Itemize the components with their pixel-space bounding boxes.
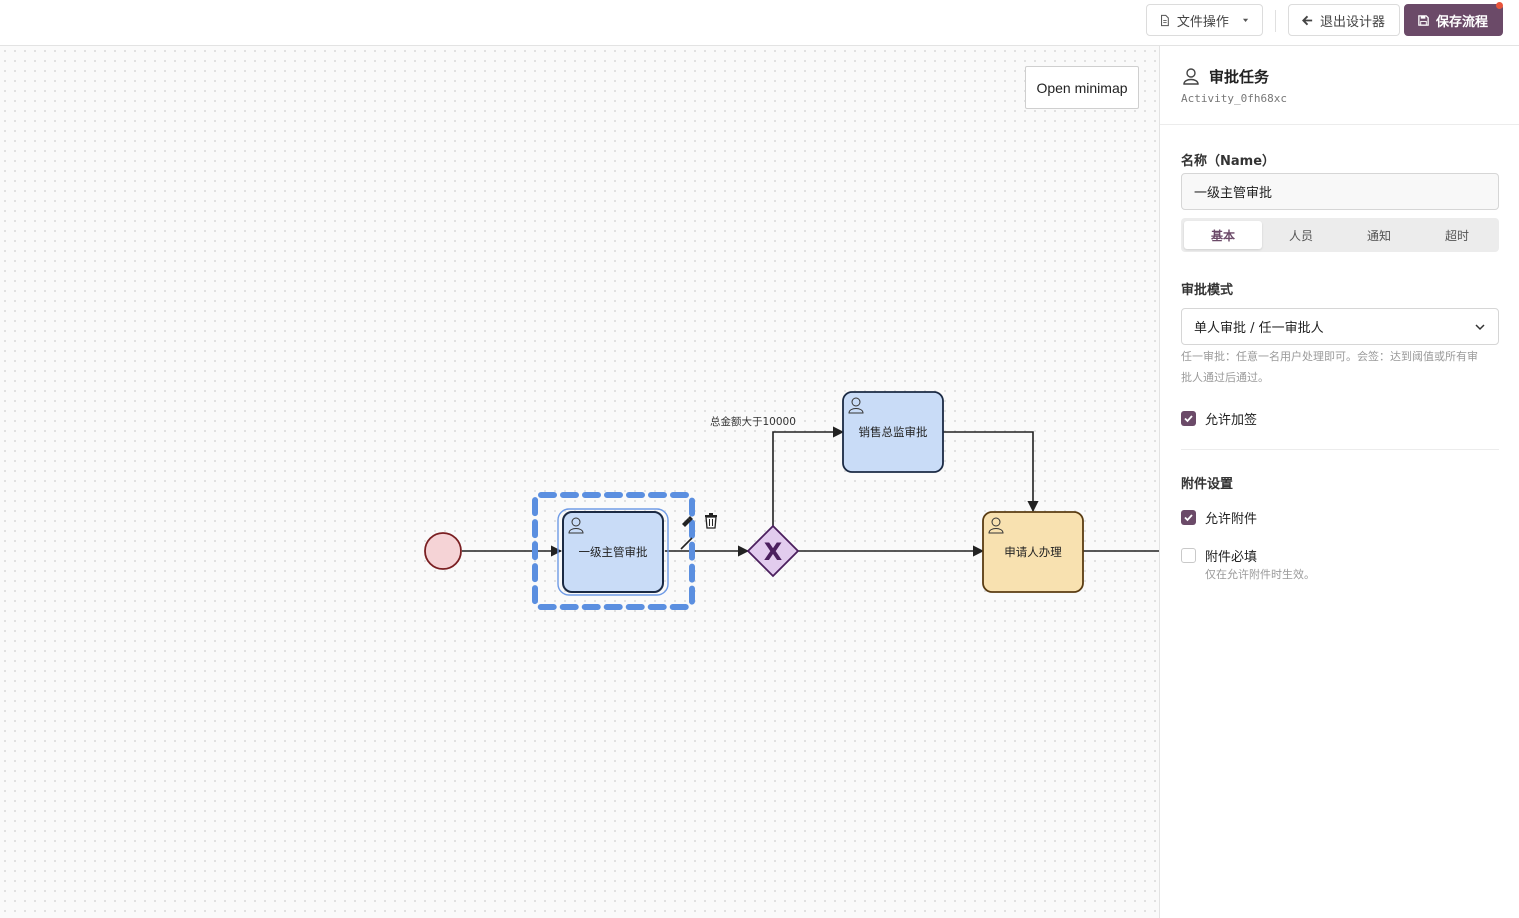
- save-process-label: 保存流程: [1436, 14, 1489, 30]
- start-event[interactable]: [424, 532, 462, 570]
- top-toolbar: 文件操作 退出设计器 保存流程: [0, 0, 1519, 46]
- approval-mode-hint: 任一审批：任意一名用户处理即可。会签：达到阈值或所有审 批人通过后通过。: [1181, 346, 1478, 388]
- user-icon: [1183, 68, 1199, 85]
- tab-personnel[interactable]: 人员: [1262, 221, 1340, 249]
- allow-add-sign-label: 允许加签: [1205, 413, 1258, 428]
- properties-panel: 审批任务 Activity_0fh68xc 名称（Name） 基本 人员 通知 …: [1159, 46, 1519, 918]
- condition-label[interactable]: 总金额大于10000: [710, 415, 796, 428]
- tab-notification[interactable]: 通知: [1340, 221, 1418, 249]
- allow-add-sign-checkbox[interactable]: [1181, 411, 1196, 426]
- section-divider: [1181, 449, 1499, 450]
- task-level1-label: 一级主管审批: [579, 545, 648, 559]
- allow-attachment-checkbox[interactable]: [1181, 510, 1196, 525]
- approval-mode-hint-line2: 批人通过后通过。: [1181, 371, 1269, 384]
- attachment-required-hint: 仅在允许附件时生效。: [1205, 568, 1315, 581]
- task-sales-director-approval[interactable]: 销售总监审批: [842, 391, 944, 473]
- panel-tabs: 基本 人员 通知 超时: [1181, 218, 1499, 252]
- attachment-section-title: 附件设置: [1181, 477, 1234, 492]
- task-applicant-label: 申请人办理: [1004, 545, 1062, 559]
- bpmn-diagram: 总金额大于10000 一级主管审批 X 销售总监审批 申请人办理: [424, 391, 1159, 610]
- tab-basic[interactable]: 基本: [1184, 221, 1262, 249]
- attachment-required-checkbox[interactable]: [1181, 548, 1196, 563]
- check-icon: [1184, 514, 1193, 522]
- approval-mode-select[interactable]: 单人审批 / 任一审批人: [1181, 308, 1499, 345]
- approval-mode-hint-line1: 任一审批：任意一名用户处理即可。会签：达到阈值或所有审: [1181, 350, 1478, 363]
- flow-gateway-to-sales[interactable]: [772, 426, 845, 526]
- tab-timeout[interactable]: 超时: [1418, 221, 1496, 249]
- exclusive-gateway[interactable]: X: [746, 524, 800, 578]
- chevron-down-icon: [1475, 324, 1485, 331]
- open-minimap-button[interactable]: Open minimap: [1025, 66, 1139, 109]
- attachment-required-label: 附件必填: [1205, 550, 1258, 565]
- allow-add-sign-row[interactable]: 允许加签: [1181, 409, 1257, 428]
- save-process-button[interactable]: 保存流程: [1404, 4, 1503, 36]
- allow-attachment-row[interactable]: 允许附件: [1181, 508, 1257, 527]
- task-sales-label: 销售总监审批: [859, 425, 928, 439]
- file-operations-label: 文件操作: [1176, 14, 1229, 30]
- save-icon: [1418, 14, 1429, 26]
- approval-mode-value: 单人审批 / 任一审批人: [1194, 321, 1324, 336]
- element-id: Activity_0fh68xc: [1181, 92, 1287, 105]
- delete-icon[interactable]: [705, 513, 717, 529]
- approval-mode-label: 审批模式: [1181, 283, 1234, 298]
- gateway-symbol: X: [764, 538, 783, 566]
- allow-attachment-label: 允许附件: [1205, 512, 1258, 527]
- exit-designer-label: 退出设计器: [1320, 14, 1386, 30]
- task-level1-approval[interactable]: 一级主管审批: [562, 511, 664, 593]
- toolbar-divider: [1275, 10, 1276, 32]
- unsaved-indicator: [1496, 2, 1503, 9]
- caret-down-icon: [1242, 18, 1249, 22]
- check-icon: [1184, 415, 1193, 423]
- arrow-left-icon: [1302, 15, 1313, 25]
- task-applicant-handle[interactable]: 申请人办理: [982, 511, 1084, 593]
- exit-designer-button[interactable]: 退出设计器: [1288, 4, 1400, 36]
- document-icon: [1161, 14, 1169, 26]
- attachment-required-row[interactable]: 附件必填: [1181, 546, 1257, 565]
- name-input[interactable]: [1181, 173, 1499, 210]
- panel-header: 审批任务 Activity_0fh68xc: [1160, 46, 1519, 125]
- file-operations-button[interactable]: 文件操作: [1146, 4, 1263, 36]
- bpmn-canvas[interactable]: 总金额大于10000 一级主管审批 X 销售总监审批 申请人办理 Open mi…: [0, 46, 1159, 918]
- panel-title: 审批任务: [1209, 68, 1270, 86]
- name-field-label: 名称（Name）: [1181, 154, 1276, 169]
- flow-sales-to-applicant[interactable]: [943, 431, 1039, 513]
